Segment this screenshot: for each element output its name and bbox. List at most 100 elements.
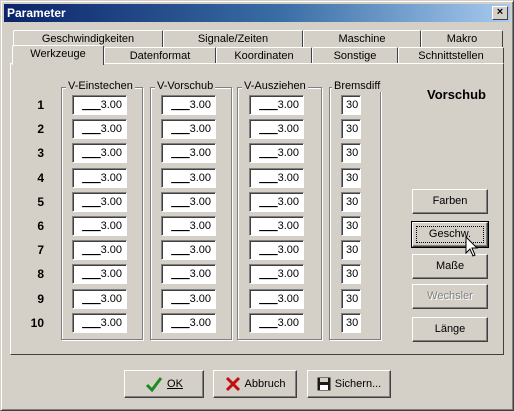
tab-maschine[interactable]: Maschine [303,30,421,48]
bremsdiff-field[interactable]: 30 [341,289,361,309]
group-label-bremsdiff: Bremsdiff [332,80,383,92]
group-label-ausziehen: V-Ausziehen [242,80,308,92]
bremsdiff-field[interactable]: 30 [341,143,361,163]
einstechen-field[interactable]: ___3.00 [72,95,127,115]
row-number: 5 [37,195,44,209]
field-prefix: ___ [259,293,278,305]
field-prefix: ___ [171,172,190,184]
abbruch-button[interactable]: Abbruch [213,370,297,398]
row-number: 8 [37,267,44,281]
sichern-button[interactable]: Sichern... [307,370,391,398]
field-value: 3.00 [189,244,211,256]
einstechen-field[interactable]: ___3.00 [72,240,127,260]
field-prefix: ___ [82,172,101,184]
tab-signale-zeiten[interactable]: Signale/Zeiten [163,30,303,48]
field-prefix: ___ [259,99,278,111]
sichern-label: Sichern... [334,378,382,390]
ausziehen-field[interactable]: ___3.00 [249,168,304,188]
field-value: 3.00 [277,317,299,329]
field-value: 3.00 [189,123,211,135]
row-number: 1 [37,98,44,112]
field-prefix: ___ [171,196,190,208]
field-prefix: ___ [259,147,278,159]
ausziehen-field[interactable]: ___3.00 [249,240,304,260]
group-label-einstechen: V-Einstechen [66,80,135,92]
button-label: Farben [432,195,468,207]
bremsdiff-field[interactable]: 30 [341,313,361,333]
tab-label: Schnittstellen [418,50,484,62]
laenge-button[interactable]: Länge [412,317,488,342]
field-value: 3.00 [277,220,299,232]
vorschub-field[interactable]: ___3.00 [161,289,216,309]
vorschub-field[interactable]: ___3.00 [161,143,216,163]
ausziehen-field[interactable]: ___3.00 [249,119,304,139]
field-value: 3.00 [189,293,211,305]
ausziehen-field[interactable]: ___3.00 [249,95,304,115]
vorschub-field[interactable]: ___3.00 [161,264,216,284]
ausziehen-field[interactable]: ___3.00 [249,192,304,212]
ausziehen-field[interactable]: ___3.00 [249,289,304,309]
title-bar: Parameter × [4,4,510,22]
close-icon: × [496,6,504,18]
ausziehen-field[interactable]: ___3.00 [249,264,304,284]
ausziehen-field[interactable]: ___3.00 [249,143,304,163]
einstechen-field[interactable]: ___3.00 [72,216,127,236]
tab-label: Sonstige [333,50,377,62]
einstechen-field[interactable]: ___3.00 [72,289,127,309]
row-number: 7 [37,243,44,257]
button-label: Länge [434,323,466,335]
bremsdiff-field[interactable]: 30 [341,95,361,115]
bremsdiff-field[interactable]: 30 [341,168,361,188]
vorschub-field[interactable]: ___3.00 [161,119,216,139]
farben-button[interactable]: Farben [412,189,488,214]
field-prefix: ___ [171,268,190,280]
bremsdiff-field[interactable]: 30 [341,119,361,139]
einstechen-field[interactable]: ___3.00 [72,192,127,212]
vorschub-field[interactable]: ___3.00 [161,313,216,333]
field-value: 3.00 [277,99,299,111]
field-value: 3.00 [277,268,299,280]
field-value: 3.00 [189,268,211,280]
field-value: 3.00 [100,123,122,135]
field-value: 3.00 [277,172,299,184]
field-value: 3.00 [189,220,211,232]
field-value: 3.00 [277,244,299,256]
vorschub-field[interactable]: ___3.00 [161,216,216,236]
tab-label: Werkzeuge [30,48,86,60]
close-button[interactable]: × [492,6,508,20]
vorschub-field[interactable]: ___3.00 [161,192,216,212]
row-number: 9 [37,292,44,306]
ausziehen-field[interactable]: ___3.00 [249,216,304,236]
field-prefix: ___ [82,196,101,208]
row-number: 6 [37,219,44,233]
ok-label: OK [167,378,183,390]
field-value: 3.00 [100,244,122,256]
tab-label: Signale/Zeiten [197,33,269,45]
vorschub-field[interactable]: ___3.00 [161,240,216,260]
tab-label: Makro [446,33,478,45]
vorschub-heading: Vorschub [427,87,486,102]
bremsdiff-field[interactable]: 30 [341,192,361,212]
ok-button[interactable]: OK [124,370,204,398]
bremsdiff-field[interactable]: 30 [341,240,361,260]
tab-makro[interactable]: Makro [421,30,503,48]
field-prefix: ___ [171,220,190,232]
button-label: Maße [435,260,465,272]
tab-werkzeuge[interactable]: Werkzeuge [12,45,104,65]
einstechen-field[interactable]: ___3.00 [72,119,127,139]
einstechen-field[interactable]: ___3.00 [72,264,127,284]
bremsdiff-field[interactable]: 30 [341,264,361,284]
ausziehen-field[interactable]: ___3.00 [249,313,304,333]
vorschub-field[interactable]: ___3.00 [161,95,216,115]
wechsler-button[interactable]: Wechsler [412,284,488,309]
einstechen-field[interactable]: ___3.00 [72,143,127,163]
field-value: 3.00 [100,99,122,111]
vorschub-field[interactable]: ___3.00 [161,168,216,188]
field-prefix: ___ [82,244,101,256]
einstechen-field[interactable]: ___3.00 [72,168,127,188]
einstechen-field[interactable]: ___3.00 [72,313,127,333]
mouse-pointer-icon [465,236,479,257]
field-prefix: ___ [171,99,190,111]
field-prefix: ___ [171,317,190,329]
bremsdiff-field[interactable]: 30 [341,216,361,236]
